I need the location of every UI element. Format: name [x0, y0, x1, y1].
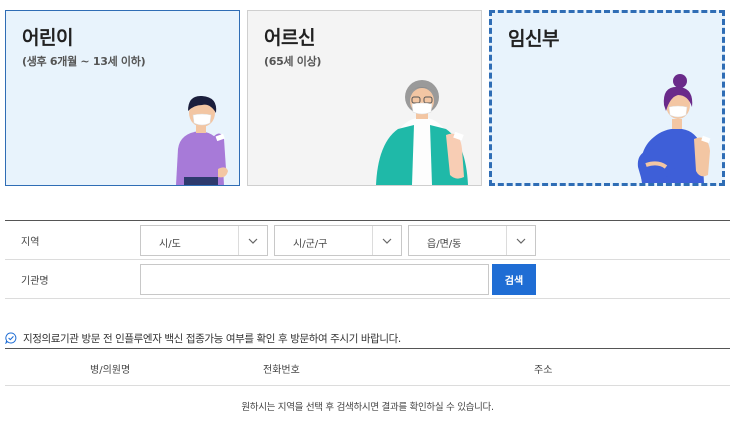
table-empty-row: 원하시는 지역을 선택 후 검색하시면 결과를 확인하실 수 있습니다.	[5, 386, 730, 422]
chat-check-icon	[5, 332, 17, 344]
senior-illustration	[376, 80, 468, 185]
search-button[interactable]: 검색	[492, 264, 536, 295]
card-subtitle-child: (생후 6개월 ~ 13세 이하)	[22, 55, 146, 68]
institution-label: 기관명	[21, 276, 49, 287]
region-row: 지역 시/도 시/군/구 읍/면/동	[5, 221, 730, 260]
institution-row: 기관명 검색	[5, 260, 730, 299]
table-header-row: 병/의원명 전화번호 주소	[5, 349, 730, 386]
province-select-value: 시/도	[159, 239, 181, 250]
chevron-down-icon	[516, 238, 526, 244]
city-select-value: 시/군/구	[293, 239, 328, 250]
column-header-address: 주소	[534, 365, 553, 376]
notice-text: 지정의료기관 방문 전 인플루엔자 백신 접종가능 여부를 확인 후 방문하여 …	[23, 333, 401, 345]
child-illustration	[176, 95, 228, 185]
select-divider	[238, 226, 239, 255]
pregnant-illustration	[637, 74, 711, 183]
institution-name-input[interactable]	[140, 264, 489, 295]
search-form: 지역 시/도 시/군/구 읍/면/동 기관명 검색	[5, 220, 730, 299]
town-select[interactable]: 읍/면/동	[408, 225, 536, 256]
province-select[interactable]: 시/도	[140, 225, 268, 256]
chevron-down-icon	[248, 238, 258, 244]
results-table: 병/의원명 전화번호 주소 원하시는 지역을 선택 후 검색하시면 결과를 확인…	[5, 348, 730, 422]
empty-results-message: 원하시는 지역을 선택 후 검색하시면 결과를 확인하실 수 있습니다.	[241, 402, 494, 413]
category-card-pregnant[interactable]: 임신부	[489, 10, 725, 186]
category-card-child[interactable]: 어린이 (생후 6개월 ~ 13세 이하)	[5, 10, 240, 186]
city-select[interactable]: 시/군/구	[274, 225, 402, 256]
card-subtitle-senior: (65세 이상)	[264, 55, 322, 68]
category-card-senior[interactable]: 어르신 (65세 이상)	[247, 10, 482, 186]
column-header-hospital: 병/의원명	[90, 365, 131, 376]
column-header-phone: 전화번호	[263, 365, 300, 376]
select-divider	[372, 226, 373, 255]
region-label: 지역	[21, 237, 40, 248]
card-title-senior: 어르신	[264, 27, 315, 49]
select-divider	[506, 226, 507, 255]
card-title-child: 어린이	[22, 27, 73, 49]
chevron-down-icon	[382, 238, 392, 244]
town-select-value: 읍/면/동	[427, 239, 462, 250]
card-title-pregnant: 임신부	[508, 28, 559, 50]
